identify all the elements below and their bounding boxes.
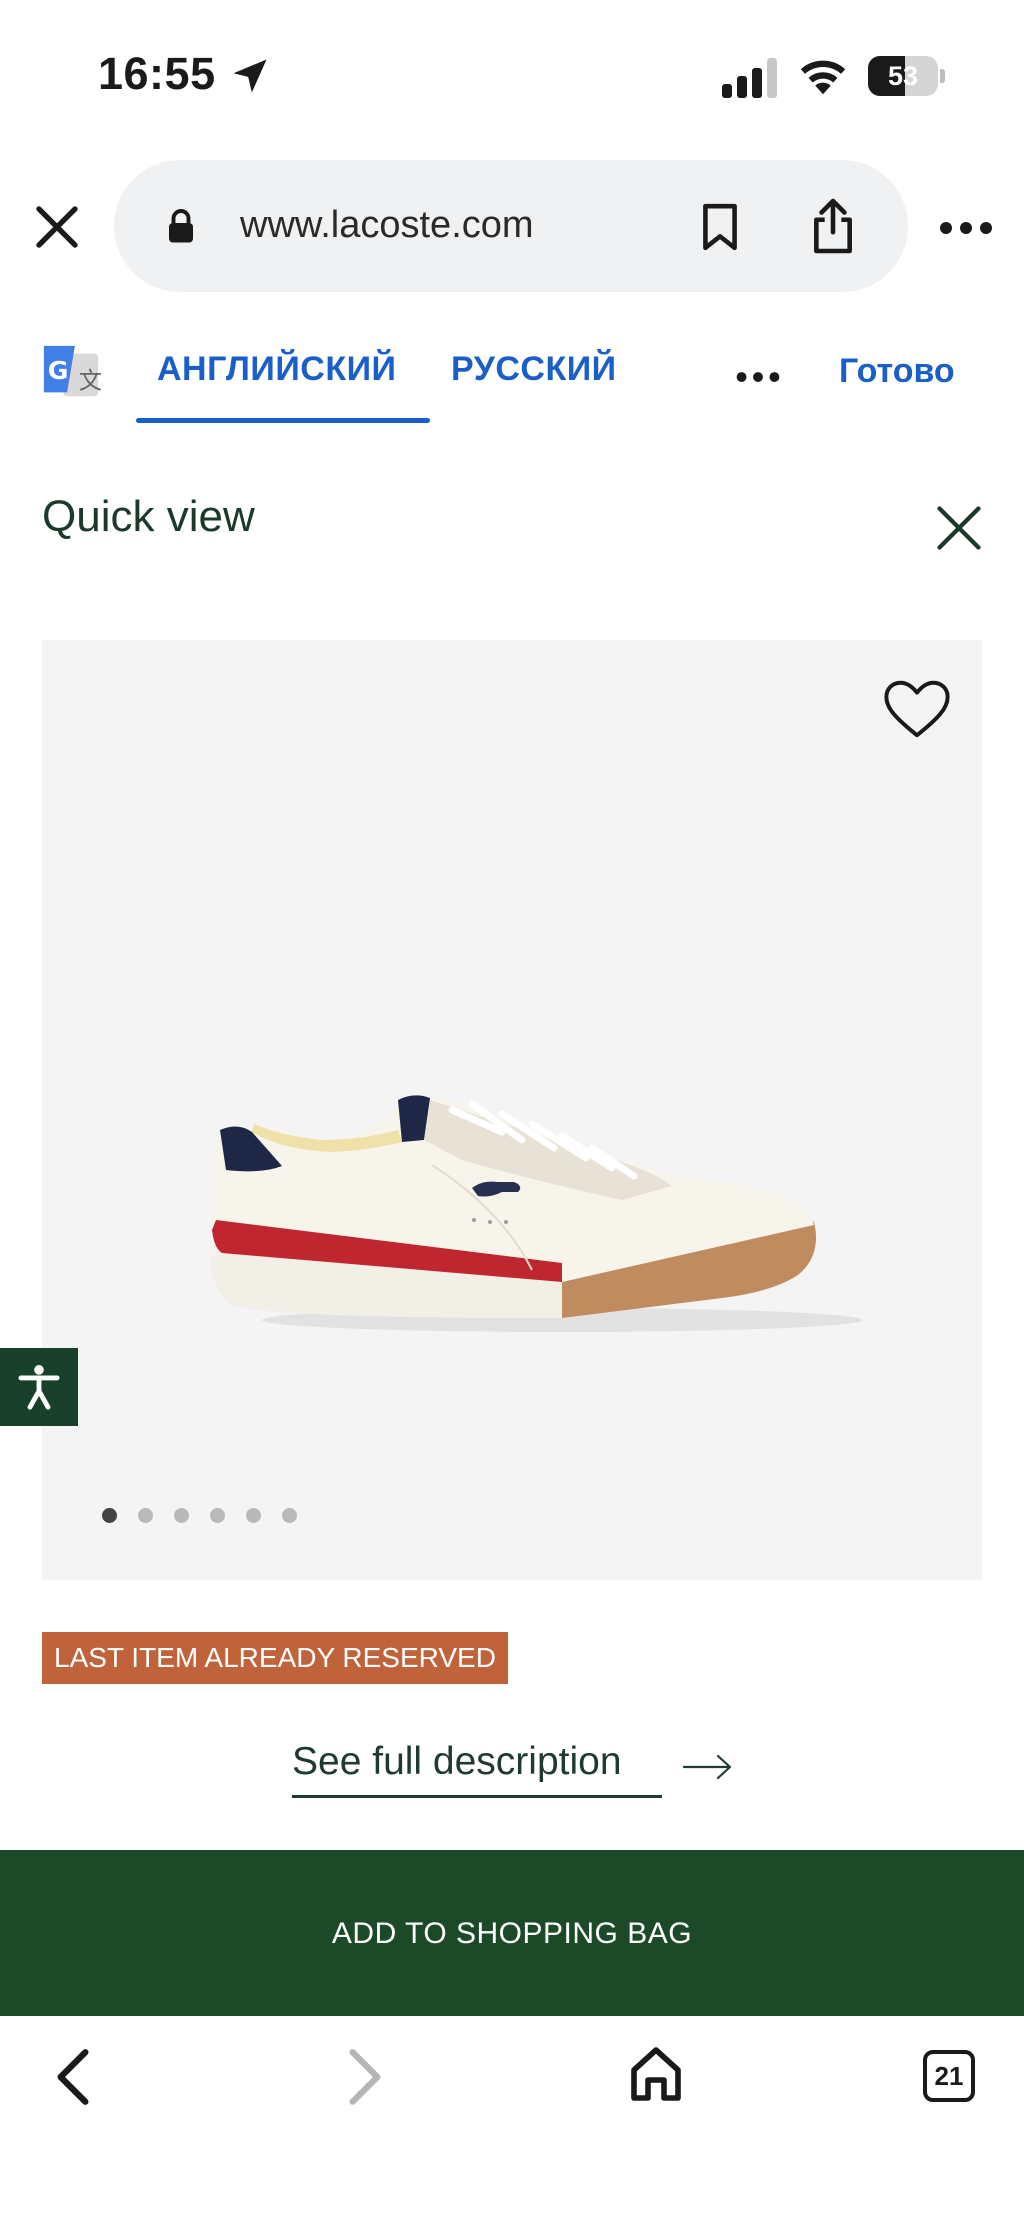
back-icon[interactable] <box>48 2044 98 2110</box>
translate-more-icon[interactable] <box>735 362 781 392</box>
active-tab-indicator <box>136 418 430 423</box>
bookmark-icon[interactable] <box>698 202 742 252</box>
close-icon[interactable] <box>30 200 84 254</box>
forward-icon[interactable] <box>340 2044 390 2110</box>
accessibility-icon <box>18 1365 60 1410</box>
translate-bar: 文 G АНГЛИЙСКИЙ РУССКИЙ Готово <box>0 320 1024 430</box>
browser-toolbar: 21 <box>0 2016 1024 2220</box>
carousel-dot[interactable] <box>138 1508 153 1523</box>
more-icon[interactable] <box>938 208 994 248</box>
battery-percentage: 53 <box>887 61 919 91</box>
translate-done-button[interactable]: Готово <box>839 352 955 391</box>
link-underline <box>292 1795 662 1798</box>
accessibility-button[interactable] <box>0 1348 78 1426</box>
svg-text:G: G <box>48 356 69 385</box>
tab-target-language[interactable]: РУССКИЙ <box>451 350 617 389</box>
add-to-bag-button[interactable]: ADD TO SHOPPING BAG <box>0 1850 1024 2016</box>
heart-icon[interactable] <box>882 678 952 740</box>
status-badge: LAST ITEM ALREADY RESERVED <box>42 1632 508 1684</box>
status-bar: 16:55 53 <box>0 0 1024 150</box>
svg-text:文: 文 <box>79 368 102 395</box>
carousel-dot[interactable] <box>210 1508 225 1523</box>
battery-icon: 53 <box>868 56 946 96</box>
carousel-dot[interactable] <box>102 1508 117 1523</box>
share-icon[interactable] <box>808 196 858 256</box>
carousel-pagination <box>102 1508 318 1526</box>
quick-view-title: Quick view <box>42 492 255 541</box>
lock-icon <box>169 209 193 243</box>
arrow-right-icon[interactable] <box>682 1752 734 1782</box>
google-translate-icon: 文 G <box>43 345 102 397</box>
quick-view-close-icon[interactable] <box>933 502 985 554</box>
carousel-dot[interactable] <box>174 1508 189 1523</box>
url-text: www.lacoste.com <box>240 204 534 246</box>
carousel-dot[interactable] <box>282 1508 297 1523</box>
location-arrow-icon <box>233 59 267 93</box>
product-image-carousel[interactable] <box>42 640 982 1580</box>
tab-source-language[interactable]: АНГЛИЙСКИЙ <box>157 350 396 389</box>
page: 16:55 53 www.lacoste.com 文 G АНГЛИЙСКИЙ … <box>0 0 1024 2220</box>
status-time: 16:55 <box>98 48 216 99</box>
full-description-link[interactable]: See full description <box>292 1740 622 1784</box>
home-icon[interactable] <box>628 2044 684 2104</box>
tabs-icon[interactable]: 21 <box>923 2050 975 2102</box>
carousel-dot[interactable] <box>246 1508 261 1523</box>
cellular-signal-icon <box>722 58 777 98</box>
address-bar[interactable]: www.lacoste.com <box>114 160 908 292</box>
wifi-icon <box>800 60 846 95</box>
product-image <box>210 1095 862 1332</box>
